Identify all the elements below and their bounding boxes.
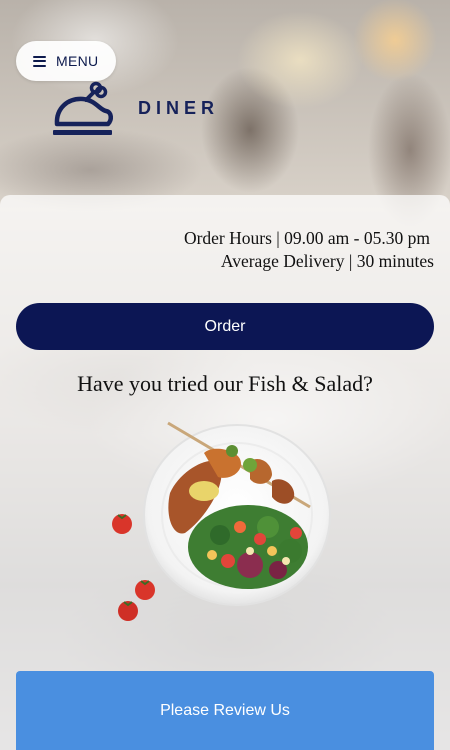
- hamburger-icon: [33, 55, 46, 67]
- order-button[interactable]: Order: [16, 303, 434, 350]
- average-delivery: Average Delivery | 30 minutes: [220, 251, 434, 271]
- review-button[interactable]: Please Review Us: [16, 671, 434, 750]
- roast-chicken-icon: [53, 81, 113, 135]
- order-hours: Order Hours | 09.00 am - 05.30 pm: [183, 228, 430, 248]
- brand-name: DINER: [138, 98, 220, 118]
- menu-button[interactable]: MENU: [16, 41, 116, 81]
- promo-headline: Have you tried our Fish & Salad?: [77, 371, 373, 396]
- fish-salad-plate-image: [112, 421, 331, 621]
- menu-label: MENU: [56, 53, 99, 69]
